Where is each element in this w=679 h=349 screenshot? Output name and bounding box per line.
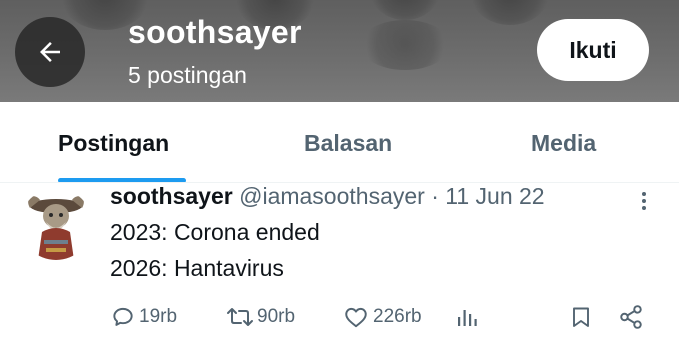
reply-button[interactable]: 19rb [110,304,177,330]
back-arrow-icon [40,42,60,62]
profile-name: soothsayer [128,14,302,50]
views-button[interactable] [455,304,479,330]
post-text-line: 2026: Hantavirus [110,255,284,281]
reply-icon [113,307,133,326]
profile-tabs: Postingan Balasan Media [0,102,679,183]
banner-decoration [360,20,450,70]
like-icon [345,307,367,328]
reply-count: 19rb [139,306,178,327]
banner-decoration [370,0,440,20]
post-handle-date[interactable]: @iamasoothsayer · 11 Jun 22 [239,183,544,209]
post-actions: 19rb 90rb 226rb [0,298,679,338]
tab-media[interactable]: Media [531,130,596,157]
post-author-name[interactable]: soothsayer [110,183,233,209]
tab-posts[interactable]: Postingan [58,130,169,157]
share-icon [620,305,642,329]
share-button[interactable] [618,304,644,330]
avatar[interactable] [20,188,92,260]
back-button[interactable] [15,17,85,87]
repost-count: 90rb [257,306,296,327]
repost-icon [227,308,253,326]
follow-button[interactable]: Ikuti [537,19,649,81]
post-header: soothsayer @iamasoothsayer · 11 Jun 22 [110,183,545,210]
more-vertical-icon [642,192,646,210]
profile-header: soothsayer 5 postingan Ikuti [0,0,679,102]
views-icon [458,310,477,326]
avatar-image [20,188,92,260]
like-count: 226rb [373,306,422,327]
post-count: 5 postingan [128,62,247,88]
more-options-button[interactable] [634,188,654,218]
bookmark-icon [573,307,589,327]
bookmark-button[interactable] [569,304,593,330]
banner-decoration [470,0,550,25]
like-button[interactable]: 226rb [342,304,422,330]
repost-button[interactable]: 90rb [226,304,295,330]
tab-replies[interactable]: Balasan [304,130,392,157]
post-text-line: 2023: Corona ended [110,219,320,245]
